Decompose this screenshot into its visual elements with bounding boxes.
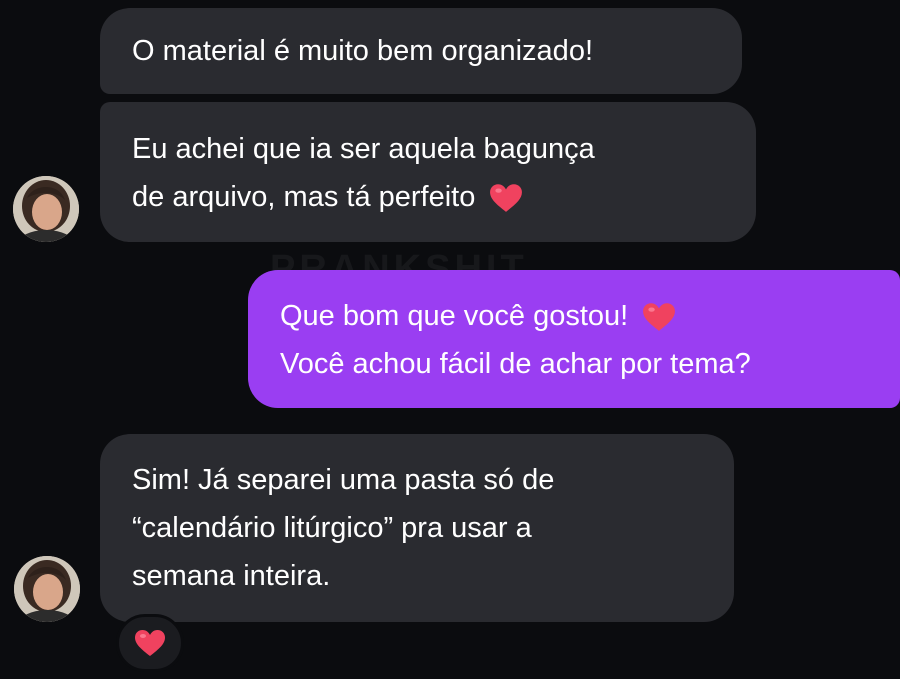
heart-icon [643, 303, 676, 332]
message-text-line: Sim! Já separei uma pasta só de [132, 464, 555, 496]
message-text-line: Eu achei que ia ser aquela bagunça [132, 133, 595, 165]
message-text-line: “calendário litúrgico” pra usar a [132, 512, 532, 544]
incoming-message-bubble[interactable]: Sim! Já separei uma pasta só de “calendá… [100, 434, 734, 622]
heart-icon [490, 184, 523, 213]
message-text-line-with-emoji: de arquivo, mas tá perfeito [132, 173, 728, 221]
message-text: Que bom que você gostou! [280, 300, 629, 332]
heart-reaction-badge[interactable] [116, 614, 184, 672]
contact-avatar[interactable] [14, 556, 80, 622]
avatar-photo [14, 556, 80, 622]
avatar-photo [13, 176, 79, 242]
message-text-line-with-emoji: Que bom que você gostou! [280, 292, 872, 340]
message-text: de arquivo, mas tá perfeito [132, 181, 476, 213]
outgoing-message-bubble[interactable]: Que bom que você gostou! Você achou fáci… [248, 270, 900, 408]
message-text-line: Você achou fácil de achar por tema? [280, 348, 751, 380]
heart-icon [135, 630, 165, 656]
incoming-message-bubble[interactable]: O material é muito bem organizado! [100, 8, 742, 94]
incoming-message-bubble[interactable]: Eu achei que ia ser aquela bagunça de ar… [100, 102, 756, 242]
message-text-line: semana inteira. [132, 560, 331, 592]
message-text-line: O material é muito bem organizado! [132, 35, 593, 67]
contact-avatar[interactable] [13, 176, 79, 242]
